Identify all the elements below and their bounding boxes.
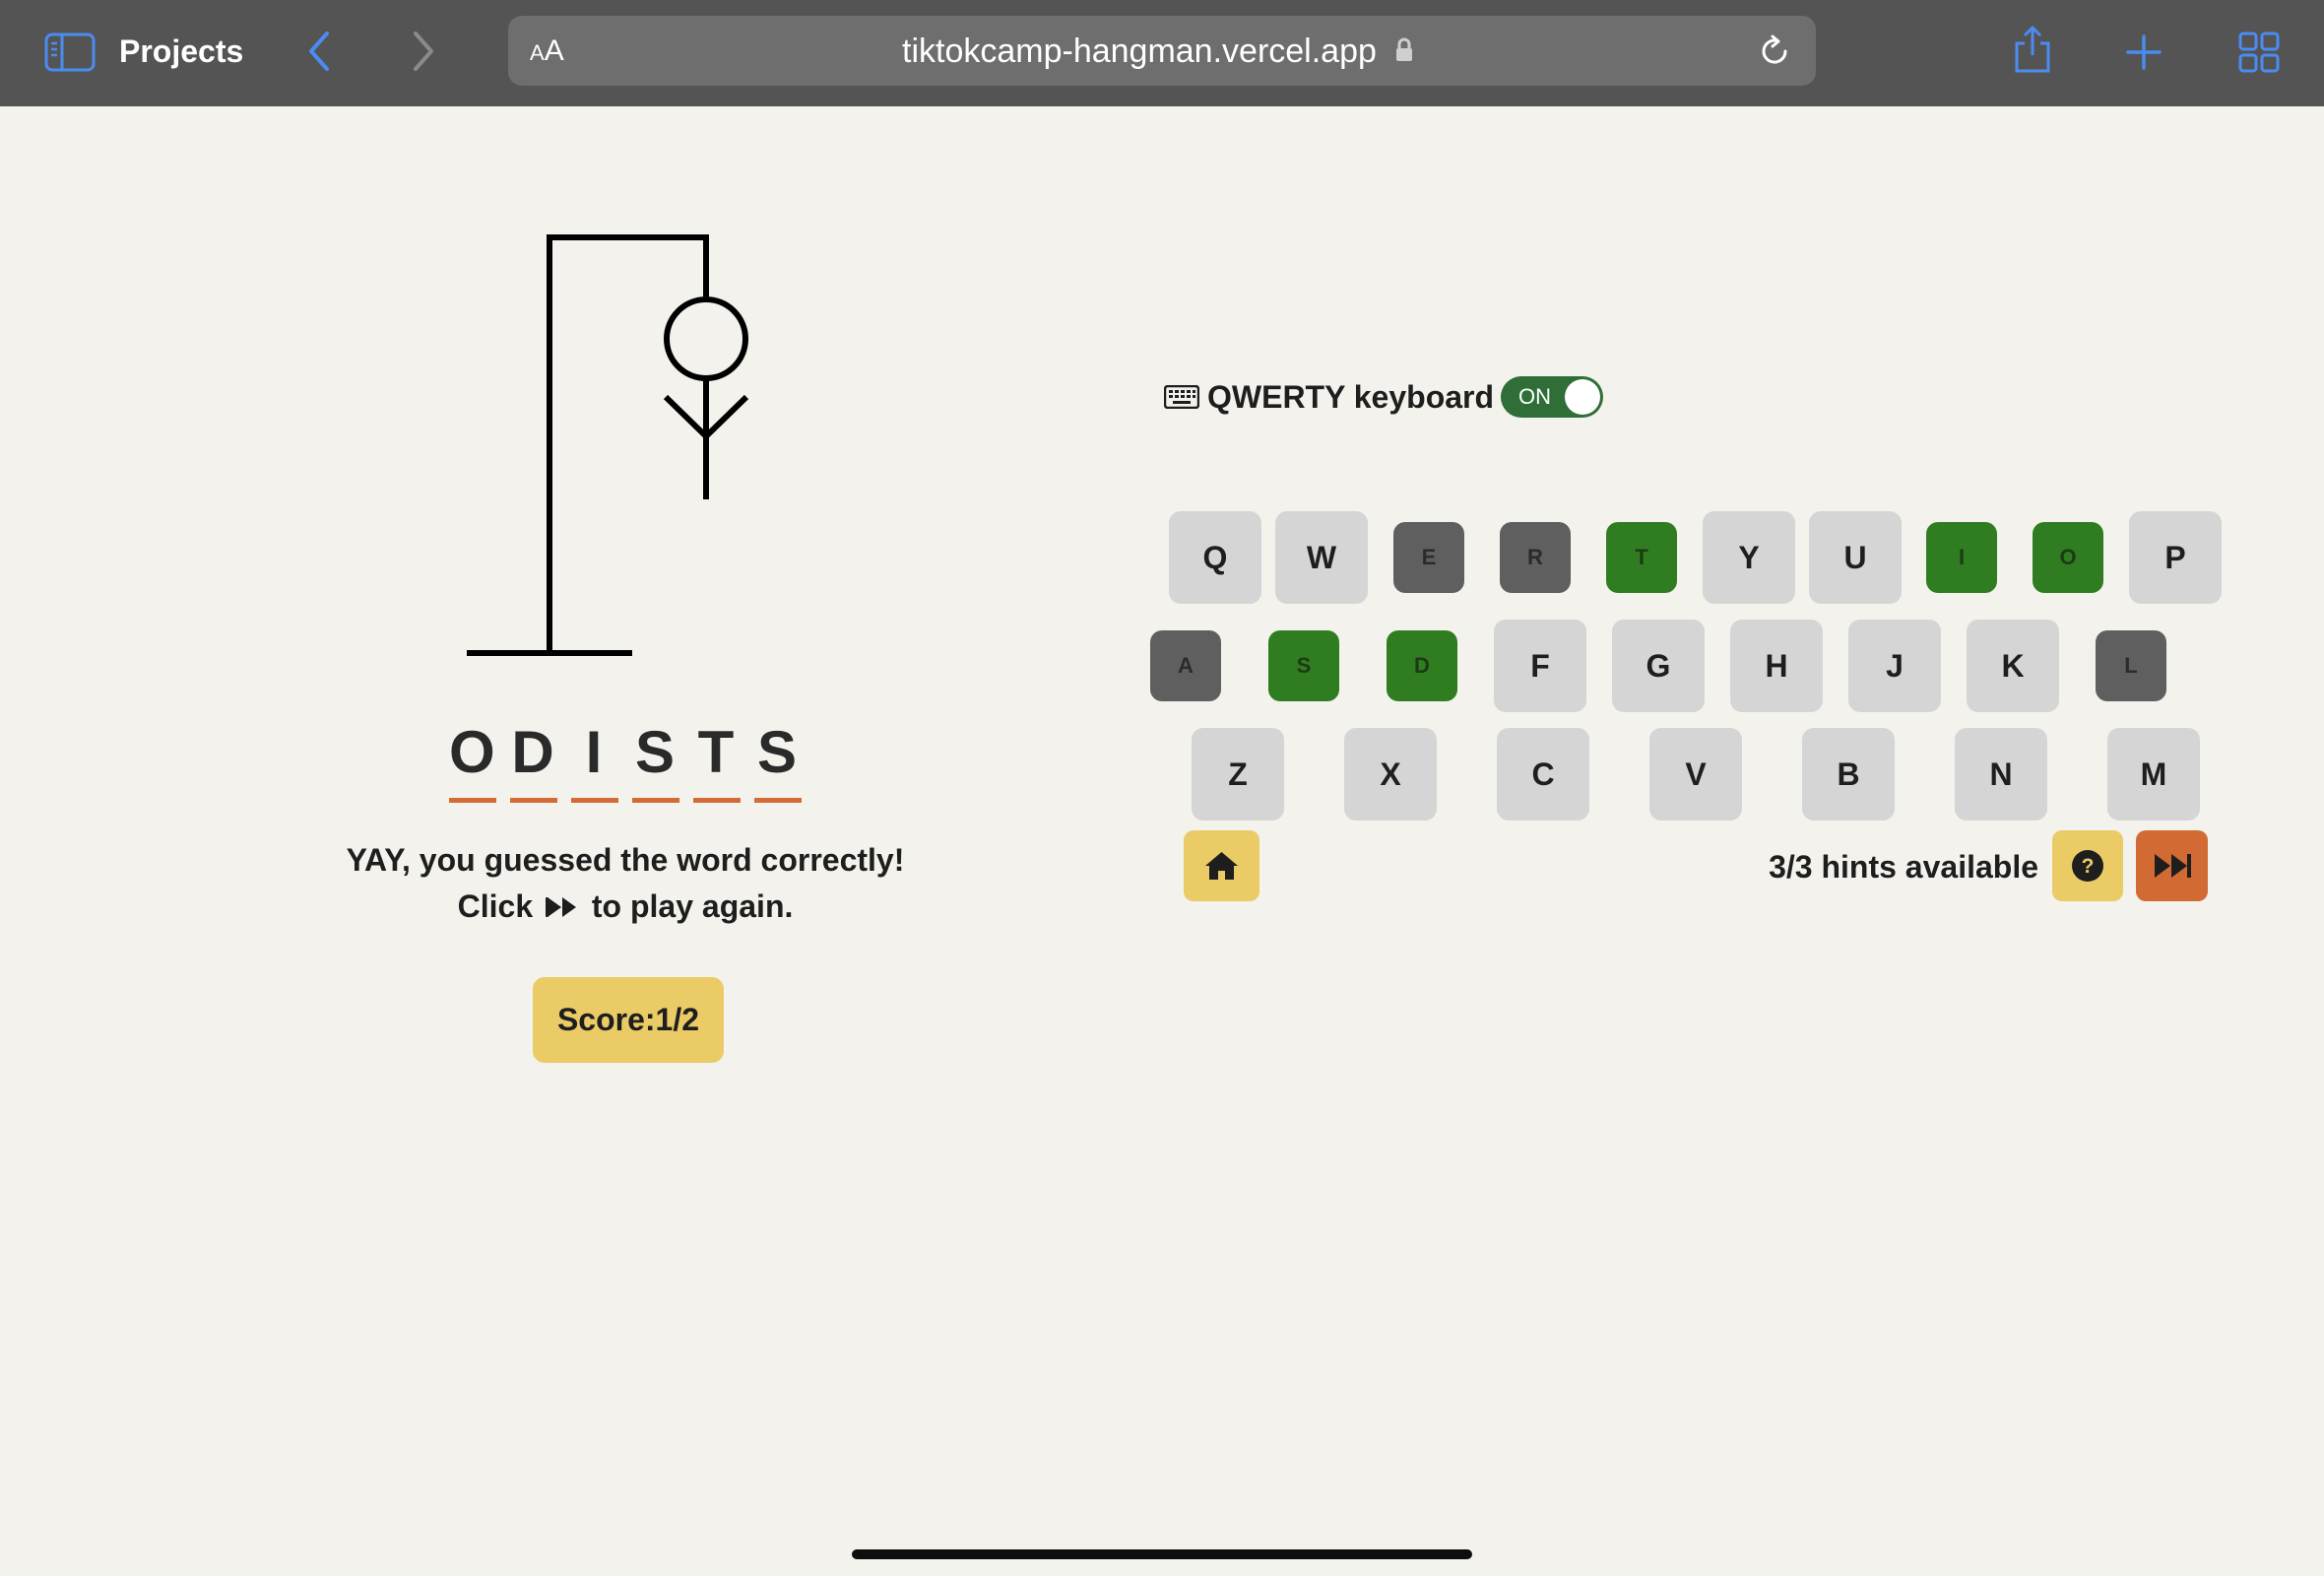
hangman-drawing [453, 227, 768, 675]
letter-slot: T [693, 711, 741, 803]
next-word-button[interactable] [2136, 830, 2208, 901]
browser-toolbar: Projects AA tiktokcamp-hangman.vercel.ap… [0, 0, 2324, 106]
tabs-grid-icon[interactable] [2238, 32, 2280, 78]
share-icon[interactable] [2013, 24, 2052, 80]
key-n[interactable]: N [1955, 728, 2047, 821]
letter-slot: S [754, 711, 802, 803]
toggle-state-label: ON [1518, 384, 1551, 409]
fast-forward-icon [2155, 854, 2191, 878]
home-icon [1205, 852, 1238, 880]
key-i[interactable]: I [1926, 522, 1997, 593]
result-message-line2: Click to play again. [295, 884, 955, 932]
key-o[interactable]: O [2033, 522, 2103, 593]
url-text[interactable]: tiktokcamp-hangman.vercel.app [902, 32, 1377, 71]
letter-slot: S [632, 711, 679, 803]
key-f[interactable]: F [1494, 620, 1586, 712]
result-message-line1: YAY, you guessed the word correctly! [346, 842, 905, 878]
keyboard-icon [1163, 384, 1200, 414]
key-h[interactable]: H [1730, 620, 1823, 712]
letter-slot: D [510, 711, 557, 803]
key-q[interactable]: Q [1169, 511, 1261, 604]
hangman-right-arm [703, 394, 749, 439]
key-b[interactable]: B [1802, 728, 1895, 821]
home-button[interactable] [1184, 830, 1259, 901]
key-t[interactable]: T [1606, 522, 1677, 593]
hints-counter: 3/3 hints available [1769, 849, 2038, 885]
key-p[interactable]: P [2129, 511, 2222, 604]
keyboard-toggle-label: QWERTY keyboard [1207, 379, 1495, 415]
key-x[interactable]: X [1344, 728, 1437, 821]
letter-slot: I [571, 711, 618, 803]
key-e[interactable]: E [1393, 522, 1464, 593]
key-g[interactable]: G [1612, 620, 1705, 712]
key-c[interactable]: C [1497, 728, 1589, 821]
key-v[interactable]: V [1649, 728, 1742, 821]
hangman-left-arm [663, 394, 709, 439]
key-y[interactable]: Y [1703, 511, 1795, 604]
key-u[interactable]: U [1809, 511, 1902, 604]
key-l[interactable]: L [2096, 630, 2166, 701]
key-z[interactable]: Z [1192, 728, 1284, 821]
key-r[interactable]: R [1500, 522, 1571, 593]
chevron-right-icon[interactable] [408, 30, 437, 78]
key-k[interactable]: K [1967, 620, 2059, 712]
toggle-knob [1565, 379, 1600, 415]
hint-button[interactable]: ? [2052, 830, 2123, 901]
sidebar-title[interactable]: Projects [119, 30, 243, 73]
question-icon: ? [2072, 850, 2103, 882]
fast-forward-icon [546, 886, 579, 932]
lock-icon [1394, 37, 1414, 68]
chevron-left-icon[interactable] [305, 30, 335, 78]
qwerty-toggle[interactable]: ON [1501, 376, 1603, 418]
svg-text:?: ? [2082, 855, 2095, 878]
home-indicator [852, 1549, 1472, 1559]
hangman-head [664, 296, 748, 381]
key-w[interactable]: W [1275, 511, 1368, 604]
reload-icon[interactable] [1757, 33, 1792, 74]
letter-slot: O [449, 711, 496, 803]
address-bar[interactable]: AA tiktokcamp-hangman.vercel.app [508, 16, 1816, 86]
key-a[interactable]: A [1150, 630, 1221, 701]
plus-icon[interactable] [2125, 33, 2163, 76]
reader-settings-button[interactable]: AA [530, 33, 564, 71]
key-j[interactable]: J [1848, 620, 1941, 712]
key-m[interactable]: M [2107, 728, 2200, 821]
key-d[interactable]: D [1387, 630, 1457, 701]
sidebar-icon[interactable] [44, 33, 96, 77]
result-message: YAY, you guessed the word correctly! Cli… [295, 837, 955, 932]
score-badge: Score:1/2 [533, 977, 724, 1063]
key-s[interactable]: S [1268, 630, 1339, 701]
